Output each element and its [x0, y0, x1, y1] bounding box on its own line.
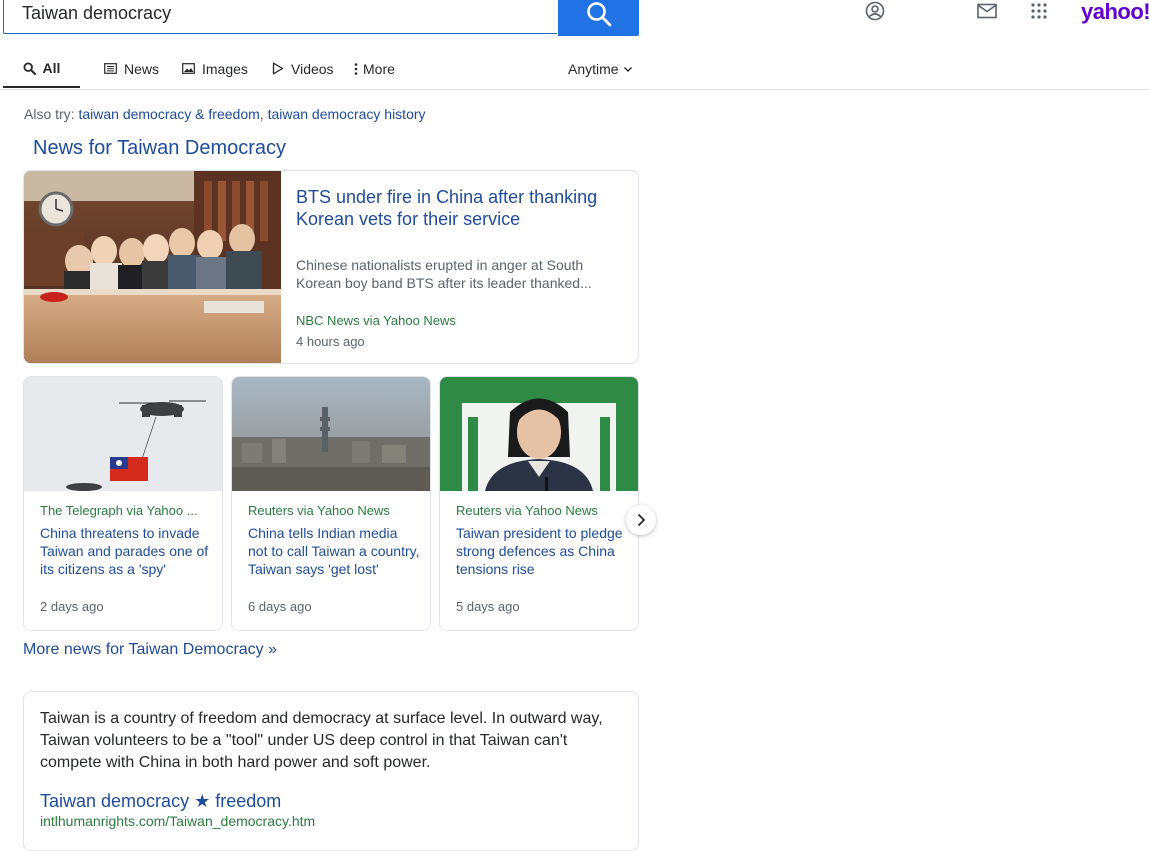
tab-videos-label: Videos	[291, 60, 334, 77]
time-filter-dropdown[interactable]: Anytime	[568, 50, 633, 87]
yahoo-logo[interactable]: yahoo!	[1081, 0, 1149, 25]
tab-all[interactable]: All	[3, 50, 80, 88]
also-try: Also try: taiwan democracy & freedom, ta…	[24, 106, 426, 122]
news-card[interactable]: The Telegraph via Yahoo ... China threat…	[23, 376, 223, 631]
also-try-prefix: Also try:	[24, 106, 75, 122]
mail-icon[interactable]	[977, 3, 997, 19]
search-box[interactable]	[3, 0, 557, 34]
news-thumbnail-taipei-skyline[interactable]	[232, 377, 430, 491]
main-news-title[interactable]: BTS under fire in China after thanking K…	[296, 186, 626, 230]
news-thumbnail-president[interactable]	[440, 377, 638, 491]
news-card-title[interactable]: Taiwan president to pledge strong defenc…	[456, 524, 628, 578]
result-snippet: Taiwan is a country of freedom and democ…	[40, 710, 603, 771]
chevron-right-icon	[637, 513, 646, 527]
news-card-time: 6 days ago	[248, 599, 312, 614]
news-card-time: 2 days ago	[40, 599, 104, 614]
main-news-source: NBC News via Yahoo News	[296, 313, 456, 328]
news-card-title[interactable]: China tells Indian media not to call Tai…	[248, 524, 420, 578]
search-icon	[23, 61, 36, 75]
tab-news[interactable]: News	[104, 50, 159, 87]
result-title-link[interactable]: Taiwan democracy ★ freedom	[40, 791, 281, 812]
apps-grid-icon[interactable]	[1031, 3, 1047, 19]
news-thumbnail-bts-shop[interactable]	[24, 171, 281, 363]
search-input[interactable]	[22, 1, 542, 25]
tab-videos[interactable]: Videos	[272, 50, 334, 87]
main-news-time: 4 hours ago	[296, 334, 365, 349]
search-tabs: All News Images Videos More Anytime	[0, 50, 1149, 90]
tab-images[interactable]: Images	[182, 50, 248, 87]
tab-more-label: More	[363, 60, 395, 77]
also-try-link[interactable]: taiwan democracy history	[268, 106, 426, 122]
news-card-time: 5 days ago	[456, 599, 520, 614]
search-result-card: Taiwan is a country of freedom and democ…	[23, 691, 639, 851]
news-card[interactable]: Reuters via Yahoo News Taiwan president …	[439, 376, 639, 631]
news-card-source: Reuters via Yahoo News	[456, 503, 598, 518]
also-try-separator: ,	[259, 106, 264, 122]
result-url: intlhumanrights.com/Taiwan_democracy.htm	[40, 813, 316, 829]
play-icon	[272, 62, 284, 75]
main-news-snippet: Chinese nationalists erupted in anger at…	[296, 257, 592, 291]
news-card-source: The Telegraph via Yahoo ...	[40, 503, 198, 518]
more-news-link[interactable]: More news for Taiwan Democracy »	[23, 641, 277, 659]
news-card[interactable]: Reuters via Yahoo News China tells India…	[231, 376, 431, 631]
search-icon	[586, 2, 611, 27]
kebab-icon	[354, 62, 358, 75]
news-card-title[interactable]: China threatens to invade Taiwan and par…	[40, 524, 212, 578]
carousel-next-button[interactable]	[626, 505, 656, 535]
news-card-source: Reuters via Yahoo News	[248, 503, 390, 518]
news-heading[interactable]: News for Taiwan Democracy	[33, 137, 286, 160]
also-try-link[interactable]: taiwan democracy & freedom	[78, 106, 259, 122]
tab-news-label: News	[124, 60, 160, 77]
main-news-card[interactable]: BTS under fire in China after thanking K…	[23, 170, 639, 364]
time-filter-label: Anytime	[568, 60, 619, 77]
account-icon[interactable]	[865, 1, 885, 21]
chevron-down-icon	[623, 66, 632, 72]
tab-more[interactable]: More	[354, 50, 395, 87]
tab-images-label: Images	[202, 60, 248, 77]
news-icon	[104, 63, 117, 74]
news-thumbnail-helicopter-flag[interactable]	[24, 377, 222, 491]
tab-all-label: All	[42, 60, 61, 76]
search-button[interactable]	[558, 0, 639, 36]
image-icon	[182, 63, 195, 74]
